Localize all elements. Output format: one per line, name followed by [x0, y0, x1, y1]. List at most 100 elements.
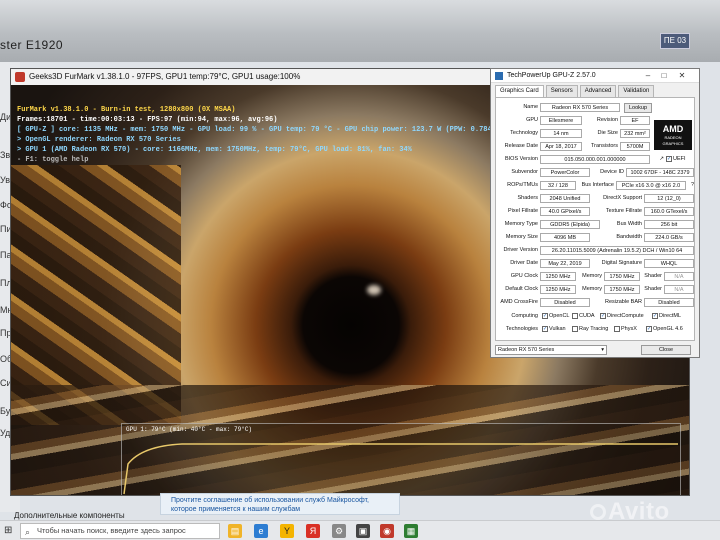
help-icon[interactable]: ?: [688, 180, 694, 191]
eye-highlight: [367, 285, 381, 295]
row-computing: Computing ✓ OpenCL CUDA ✓ DirectCompute ✓ D…: [496, 311, 696, 322]
label-computing: Computing: [511, 313, 538, 319]
label-transistors: Transistors: [591, 143, 618, 149]
uefi-checkbox: ✓ UEFI: [666, 154, 694, 165]
computing-directcompute-label: DirectCompute: [607, 313, 644, 319]
tech-physx[interactable]: PhysX: [614, 324, 637, 335]
hud-line-title: FurMark v1.38.1.0 - Burn-in test, 1280x8…: [17, 106, 236, 114]
ms-services-notification[interactable]: Прочтите соглашение об использовании слу…: [160, 493, 400, 515]
close-icon[interactable]: ✕: [675, 69, 689, 83]
windows-start-icon[interactable]: ⊞: [4, 525, 16, 537]
value-directx: 12 (12_0): [644, 194, 694, 203]
label-subvendor: Subvendor: [511, 169, 538, 175]
value-rops: 32 / 128: [540, 181, 576, 190]
label-bus-width: Bus Width: [616, 221, 642, 227]
unchecked-box-icon: [572, 325, 578, 332]
settings-gear-icon[interactable]: ⚙: [332, 524, 346, 538]
close-button[interactable]: Close: [641, 345, 691, 355]
gpuz-taskbar-icon[interactable]: ▣: [356, 524, 370, 538]
lookup-button[interactable]: Lookup: [624, 103, 652, 113]
label-die-size: Die Size: [597, 130, 618, 136]
label-driver-date: Driver Date: [510, 260, 538, 266]
value-bandwidth: 224.0 GB/s: [644, 233, 694, 242]
tab-sensors[interactable]: Sensors: [545, 85, 578, 97]
label-rops: ROPs/TMUs: [507, 182, 538, 188]
label-shaders: Shaders: [517, 195, 539, 201]
tab-advanced[interactable]: Advanced: [579, 85, 617, 97]
row-default-clock: Default Clock 1250 MHz Memory 1750 MHz S…: [496, 284, 696, 295]
row-rops: ROPs/TMUs 32 / 128 Bus Interface PCIe x1…: [496, 180, 696, 191]
computing-directml[interactable]: ✓ DirectML: [652, 311, 681, 322]
tab-validation[interactable]: Validation: [618, 85, 655, 97]
temperature-curve-svg: [123, 443, 678, 495]
label-driver-version: Driver Version: [503, 247, 538, 253]
share-icon[interactable]: ↗: [652, 154, 664, 165]
tech-ray-tracing[interactable]: Ray Tracing: [572, 324, 608, 335]
label-resizable-bar: Resizable BAR: [605, 299, 642, 305]
hud-line-help: - F1: toggle help: [17, 156, 89, 164]
search-icon: ⌕: [25, 527, 31, 537]
value-shader: N/A: [664, 272, 694, 281]
edge-browser-icon[interactable]: e: [254, 524, 268, 538]
label-digital-signature: Digital Signature: [601, 260, 642, 266]
unchecked-box-icon: [572, 312, 578, 319]
label-technologies: Technologies: [505, 326, 538, 332]
row-memory-type: Memory Type GDDR5 (Elpida) Bus Width 256…: [496, 219, 696, 230]
tech-opengl-label: OpenGL 4.6: [653, 326, 683, 332]
value-die-size: 232 mm²: [620, 129, 650, 138]
value-name: Radeon RX 570 Series: [540, 103, 620, 112]
value-device-id: 1002 67DF - 148C 2379: [626, 168, 694, 177]
label-crossfire: AMD CrossFire: [500, 299, 538, 305]
value-memory-clock: 1750 MHz: [604, 272, 640, 281]
label-default-memory: Memory: [582, 286, 602, 292]
search-placeholder: Чтобы начать поиск, введите здесь запрос: [37, 526, 186, 535]
yandex-browser-icon[interactable]: Я: [306, 524, 320, 538]
label-default-clock: Default Clock: [505, 286, 538, 292]
furmark-taskbar-icon[interactable]: ◉: [380, 524, 394, 538]
row-crossfire: AMD CrossFire Disabled Resizable BAR Dis…: [496, 297, 696, 308]
yandex-icon[interactable]: Y: [280, 524, 294, 538]
label-bios: BIOS Version: [504, 156, 538, 162]
tech-vulkan[interactable]: ✓ Vulkan: [542, 324, 566, 335]
computing-opencl[interactable]: ✓ OpenCL: [542, 311, 570, 322]
computing-directcompute[interactable]: ✓ DirectCompute: [600, 311, 644, 322]
label-bus-interface: Bus Interface: [581, 182, 614, 188]
computing-cuda-label: CUDA: [579, 313, 595, 319]
file-explorer-icon[interactable]: ▤: [228, 524, 242, 538]
tech-opengl[interactable]: ✓ OpenGL 4.6: [646, 324, 683, 335]
monitor-sticker: ПЕ 03: [660, 33, 690, 49]
check-icon: ✓: [542, 312, 548, 319]
row-memory-size: Memory Size 4096 MB Bandwidth 224.0 GB/s: [496, 232, 696, 243]
gpuz-titlebar[interactable]: TechPowerUp GPU-Z 2.57.0 – □ ✕: [491, 69, 699, 83]
row-technology: Technology 14 nm Die Size 232 mm²: [496, 128, 696, 139]
taskbar-search-box[interactable]: ⌕ Чтобы начать поиск, введите здесь запр…: [20, 523, 220, 539]
uefi-check-icon: ✓: [666, 155, 672, 162]
tech-physx-label: PhysX: [621, 326, 637, 332]
tab-graphics-card[interactable]: Graphics Card: [495, 85, 544, 97]
row-subvendor: Subvendor PowerColor Device ID 1002 67DF…: [496, 167, 696, 178]
minimize-icon[interactable]: –: [641, 69, 655, 83]
value-driver-date: May 22, 2019: [540, 259, 590, 268]
notification-line-1: Прочтите соглашение об использовании слу…: [171, 497, 369, 504]
label-bandwidth: Bandwidth: [616, 234, 642, 240]
value-technology: 14 nm: [540, 129, 582, 138]
app-taskbar-icon[interactable]: ▦: [404, 524, 418, 538]
gpu-select-dropdown[interactable]: Radeon RX 570 Series ▾: [495, 345, 607, 355]
computing-cuda[interactable]: CUDA: [572, 311, 595, 322]
value-default-memory: 1750 MHz: [604, 285, 640, 294]
tech-ray-tracing-label: Ray Tracing: [579, 326, 609, 332]
row-shaders: Shaders 2048 Unified DirectX Support 12 …: [496, 193, 696, 204]
value-digital-signature: WHQL: [644, 259, 694, 268]
computing-opencl-label: OpenCL: [549, 313, 570, 319]
label-default-shader: Shader: [644, 286, 662, 292]
avito-watermark: Avito: [608, 498, 670, 525]
row-technologies: Technologies ✓ Vulkan Ray Tracing PhysX ✓…: [496, 324, 696, 335]
row-driver-version: Driver Version 26.20.11015.5009 (Adrenal…: [496, 245, 696, 256]
hud-line-gpu1: > GPU 1 (AMD Radeon RX 570) - core: 1166…: [17, 146, 412, 154]
label-memory-clock: Memory: [582, 273, 602, 279]
value-gpu-clock: 1250 MHz: [540, 272, 576, 281]
maximize-icon[interactable]: □: [657, 69, 671, 83]
hud-line-gpuz: [ GPU-Z ] core: 1135 MHz - mem: 1750 MHz…: [17, 126, 496, 134]
label-gpu-clock: GPU Clock: [510, 273, 538, 279]
label-texture-fillrate: Texture Fillrate: [605, 208, 642, 214]
